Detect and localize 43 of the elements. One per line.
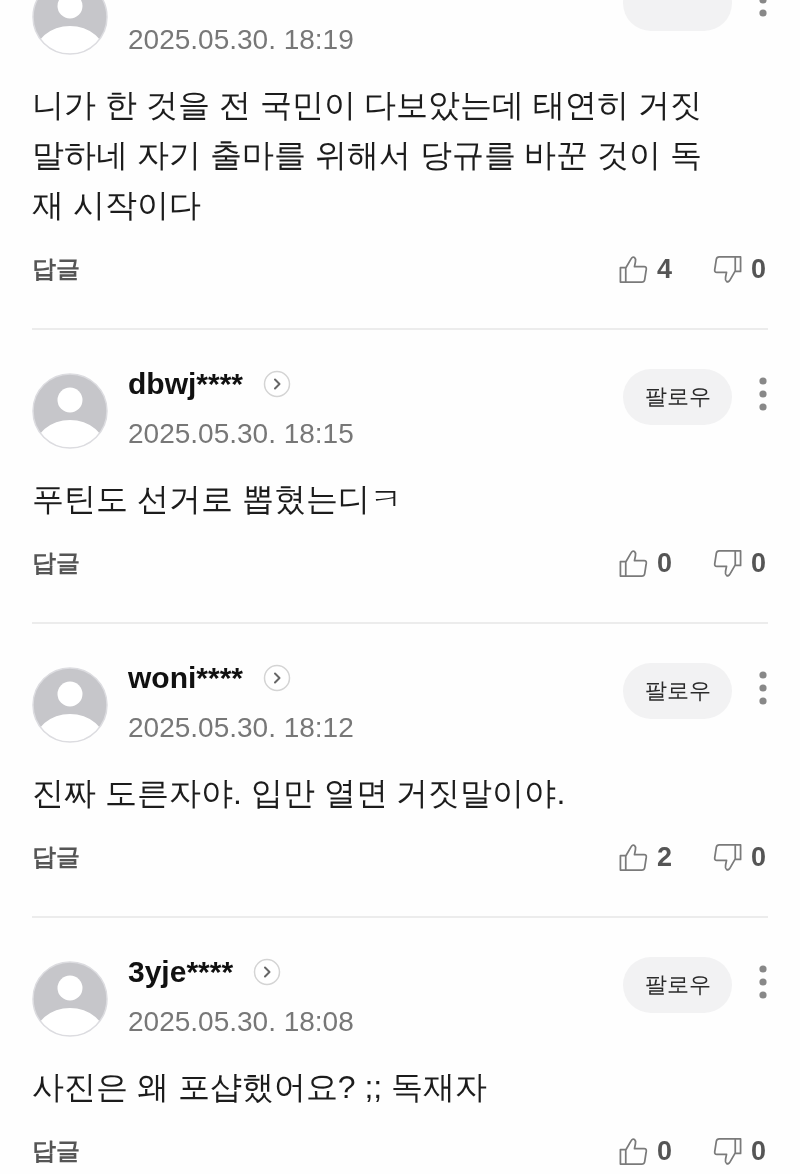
username[interactable]: woni**** — [128, 661, 244, 695]
follow-button[interactable]: 팔로우 — [623, 957, 732, 1013]
dislike-button[interactable]: 0 — [711, 546, 766, 580]
username[interactable]: 3yje**** — [128, 955, 234, 989]
chevron-right-icon[interactable] — [263, 370, 292, 398]
thumbs-up-icon — [617, 841, 649, 873]
chevron-right-icon[interactable] — [253, 958, 282, 986]
follow-button[interactable]: 팔로우 — [623, 663, 732, 719]
like-button[interactable]: 0 — [617, 546, 672, 580]
more-icon[interactable] — [758, 964, 768, 1000]
reply-button[interactable]: 답글 — [32, 252, 80, 286]
reply-button[interactable]: 답글 — [32, 840, 80, 874]
thumbs-down-icon — [711, 547, 743, 579]
like-button[interactable]: 2 — [617, 840, 672, 874]
thumbs-up-icon — [617, 1135, 649, 1167]
comment-text: 니가 한 것을 전 국민이 다보았는데 태연히 거짓 말하네 자기 출마를 위해서 당규를 바꾼 것이 독재 시작이다 — [32, 86, 704, 225]
like-button[interactable]: 0 — [617, 1134, 672, 1168]
avatar-icon — [32, 667, 108, 743]
thumbs-down-icon — [711, 253, 743, 285]
username[interactable]: dbwj**** — [128, 367, 244, 401]
comment-text: 푸틴도 선거로 뽑혔는디ㅋ — [32, 480, 403, 519]
timestamp: 2025.05.30. 18:08 — [128, 1005, 355, 1039]
comment-text: 진짜 도른자야. 입만 열면 거짓말이야. — [32, 774, 567, 813]
thumbs-up-icon — [617, 253, 649, 285]
avatar-icon — [32, 961, 108, 1037]
avatar-icon — [32, 373, 108, 449]
dislike-button[interactable]: 0 — [711, 1134, 766, 1168]
like-button[interactable]: 4 — [617, 252, 672, 286]
chevron-right-icon[interactable] — [263, 664, 292, 692]
reply-button[interactable]: 답글 — [32, 546, 80, 580]
dislike-button[interactable]: 0 — [711, 840, 766, 874]
timestamp: 2025.05.30. 18:12 — [128, 711, 355, 745]
follow-button[interactable]: 팔로우 — [623, 369, 732, 425]
reply-button[interactable]: 답글 — [32, 1134, 80, 1168]
timestamp: 2025.05.30. 18:15 — [128, 417, 355, 451]
comment-text: 사진은 왜 포샵했어요? ;; 독재자 — [32, 1068, 489, 1107]
timestamp: 2025.05.30. 18:19 — [128, 23, 355, 57]
dislike-button[interactable]: 0 — [711, 252, 766, 286]
thumbs-down-icon — [711, 841, 743, 873]
thumbs-up-icon — [617, 547, 649, 579]
thumbs-down-icon — [711, 1135, 743, 1167]
more-icon[interactable] — [758, 376, 768, 412]
more-icon[interactable] — [758, 670, 768, 706]
